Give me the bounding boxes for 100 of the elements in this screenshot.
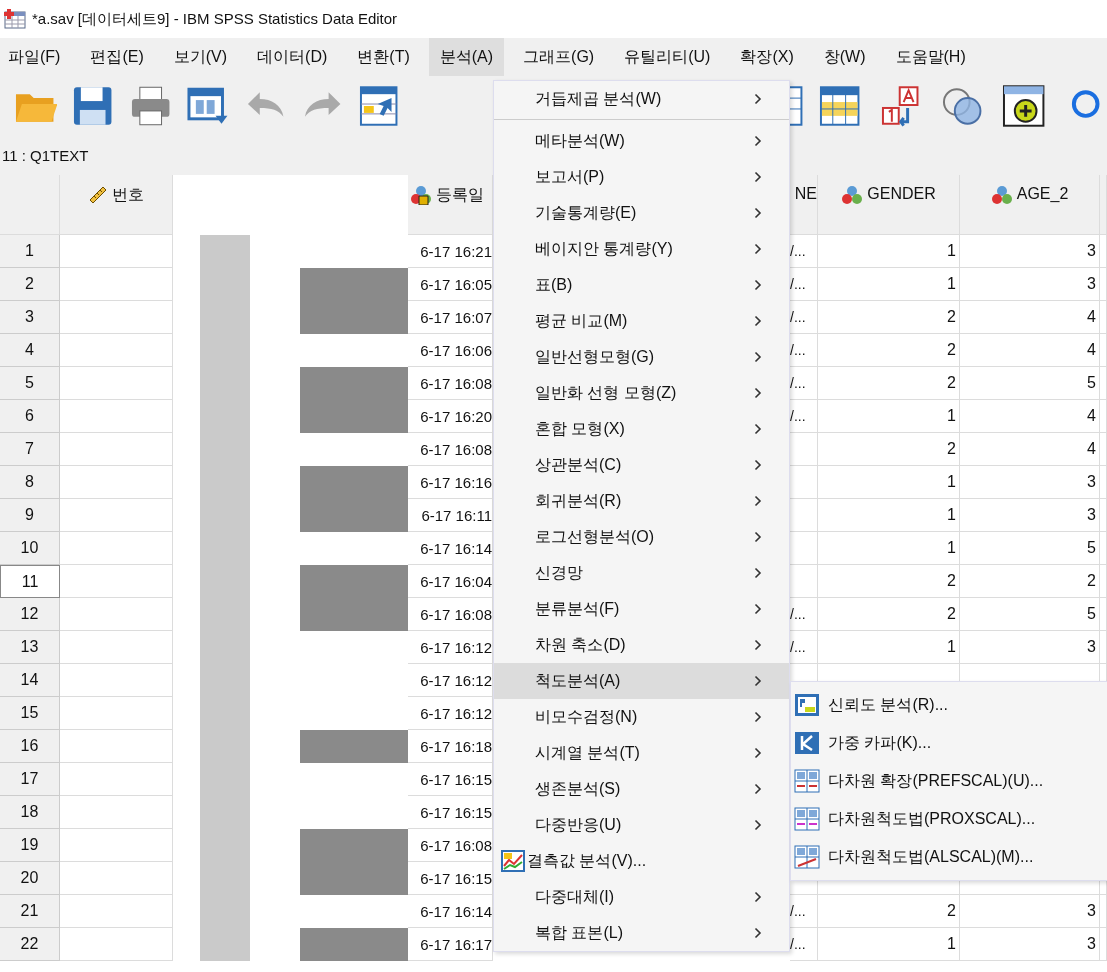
row-number[interactable]: 8 — [0, 466, 60, 499]
chevron-icon — [754, 531, 762, 543]
menu-item[interactable]: 다차원척도법(ALSCAL)(M)... — [791, 838, 1107, 876]
menu-item[interactable]: 복합 표본(L) — [494, 915, 789, 951]
table-cell: 2 — [818, 565, 960, 598]
column-header[interactable]: 등록일 — [408, 175, 493, 235]
menu-item[interactable]: 회귀분석(R) — [494, 483, 789, 519]
table-cell: 3 — [960, 268, 1100, 301]
grid-icon[interactable] — [818, 83, 862, 128]
row-number[interactable]: 13 — [0, 631, 60, 664]
menu-item[interactable]: 일반선형모형(G) — [494, 339, 789, 375]
table-cell: 1 — [818, 466, 960, 499]
menu-item[interactable]: 변환(T) — [346, 38, 421, 76]
table-cell: 2 — [818, 367, 960, 400]
menu-item[interactable]: 다중대체(I) — [494, 879, 789, 915]
menu-item[interactable]: 거듭제곱 분석(W) — [494, 81, 789, 117]
table-cell: 3 — [960, 466, 1100, 499]
window-title: *a.sav [데이터세트9] - IBM SPSS Statistics Data Editor — [32, 9, 398, 29]
table-cell: 1 — [818, 268, 960, 301]
menu-item[interactable]: 신경망 — [494, 555, 789, 591]
menu-item[interactable]: 유틸리티(U) — [613, 38, 722, 76]
table-cell: 5 — [960, 532, 1100, 565]
menu-item[interactable]: 도움말(H) — [884, 38, 977, 76]
row-number[interactable]: 12 — [0, 598, 60, 631]
row-number[interactable]: 11 — [0, 565, 60, 598]
menu-item[interactable]: 다차원 확장(PREFSCAL)(U)... — [791, 762, 1107, 800]
menu-item[interactable]: 파일(F) — [2, 38, 72, 76]
row-number[interactable]: 6 — [0, 400, 60, 433]
chevron-icon — [754, 711, 762, 723]
menu-item[interactable]: 데이터(D) — [246, 38, 339, 76]
menu-item[interactable]: 보기(V) — [162, 38, 239, 76]
row-number[interactable]: 20 — [0, 862, 60, 895]
table-cell: 5 — [960, 598, 1100, 631]
chevron-icon — [754, 927, 762, 939]
menu-item[interactable]: 베이지안 통계량(Y) — [494, 231, 789, 267]
table-cell: 1 — [818, 532, 960, 565]
column-header[interactable]: AGE_2 — [960, 175, 1100, 235]
menu-item[interactable]: 시계열 분석(T) — [494, 735, 789, 771]
row-number[interactable]: 22 — [0, 928, 60, 961]
row-number[interactable]: 5 — [0, 367, 60, 400]
menu-item[interactable]: 분석(A) — [428, 38, 505, 76]
menu-item[interactable]: 기술통계량(E) — [494, 195, 789, 231]
menu-item[interactable]: 신뢰도 분석(R)... — [791, 686, 1107, 724]
row-number[interactable]: 16 — [0, 730, 60, 763]
menu-item[interactable]: 생존분석(S) — [494, 771, 789, 807]
row-number[interactable]: 9 — [0, 499, 60, 532]
row-number[interactable]: 10 — [0, 532, 60, 565]
column-header[interactable]: GENDER — [818, 175, 960, 235]
table-cell: 4 — [960, 301, 1100, 334]
kappa-icon — [794, 731, 820, 755]
table-cell: 3 — [960, 895, 1100, 928]
chevron-icon — [754, 747, 762, 759]
row-number[interactable]: 15 — [0, 697, 60, 730]
table-cell: 3 — [960, 631, 1100, 664]
table-cell: 2 — [960, 565, 1100, 598]
menu-item[interactable]: 로그선형분석(O) — [494, 519, 789, 555]
menu-item[interactable]: 일반화 선형 모형(Z) — [494, 375, 789, 411]
chevron-icon — [754, 315, 762, 327]
chevron-icon — [754, 495, 762, 507]
column-header[interactable]: 번호 — [60, 175, 173, 235]
menu-item[interactable]: 혼합 모형(X) — [494, 411, 789, 447]
balls-icon — [841, 185, 864, 205]
menu-item[interactable]: 다중반응(U) — [494, 807, 789, 843]
table-cell: 3 — [960, 235, 1100, 268]
menu-item[interactable]: 표(B) — [494, 267, 789, 303]
chevron-icon — [754, 207, 762, 219]
menu-item[interactable]: 척도분석(A) — [494, 663, 789, 699]
row-number[interactable]: 7 — [0, 433, 60, 466]
row-number[interactable]: 3 — [0, 301, 60, 334]
menu-item[interactable]: 가중 카파(K)... — [791, 724, 1107, 762]
menu-item[interactable]: 비모수검정(N) — [494, 699, 789, 735]
table-cell: 2 — [818, 334, 960, 367]
menu-item[interactable]: 결측값 분석(V)... — [494, 843, 789, 879]
chevron-icon — [754, 351, 762, 363]
row-number[interactable]: 4 — [0, 334, 60, 367]
menu-item[interactable]: 메타분석(W) — [494, 123, 789, 159]
table-cell: 1 — [818, 499, 960, 532]
row-number[interactable]: 2 — [0, 268, 60, 301]
column-header[interactable]: NE — [790, 175, 818, 235]
menu-item[interactable]: 편집(E) — [79, 38, 155, 76]
row-number[interactable]: 21 — [0, 895, 60, 928]
menu-item[interactable]: 그래프(G) — [512, 38, 606, 76]
menu-item[interactable]: 다차원척도법(PROXSCAL)... — [791, 800, 1107, 838]
menu-item[interactable]: 차원 축소(D) — [494, 627, 789, 663]
row-number[interactable]: 1 — [0, 235, 60, 268]
row-number[interactable]: 19 — [0, 829, 60, 862]
menu-item[interactable]: 평균 비교(M) — [494, 303, 789, 339]
chevron-icon — [754, 459, 762, 471]
chevron-icon — [754, 93, 762, 105]
menu-item[interactable]: 확장(X) — [729, 38, 805, 76]
menu-item[interactable]: 창(W) — [812, 38, 877, 76]
menu-item[interactable]: 분류분석(F) — [494, 591, 789, 627]
row-number[interactable]: 18 — [0, 796, 60, 829]
chevron-icon — [754, 135, 762, 147]
table-cell: 2 — [818, 433, 960, 466]
menu-item[interactable]: 상관분석(C) — [494, 447, 789, 483]
row-number[interactable]: 14 — [0, 664, 60, 697]
grid-arrows-icon — [794, 807, 820, 831]
menu-item[interactable]: 보고서(P) — [494, 159, 789, 195]
row-number[interactable]: 17 — [0, 763, 60, 796]
